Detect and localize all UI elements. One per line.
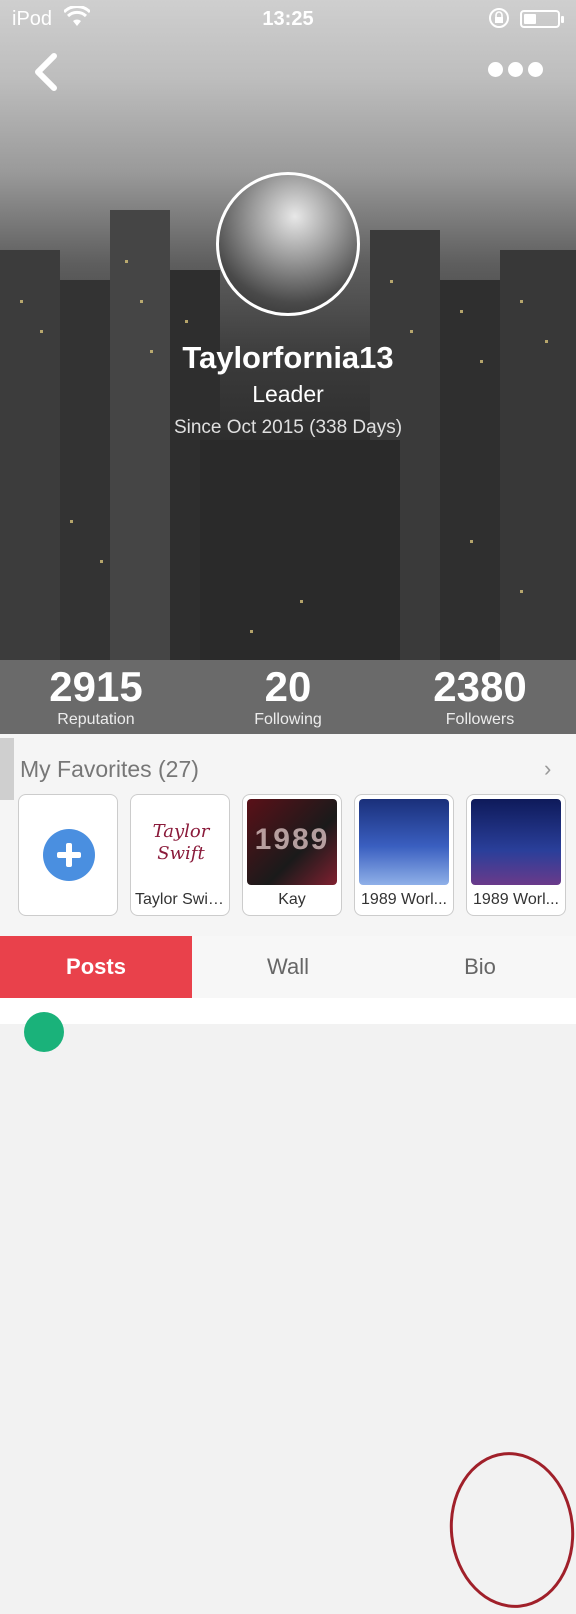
tab-wall[interactable]: Wall — [192, 936, 384, 998]
stat-reputation[interactable]: 2915 Reputation — [0, 660, 192, 728]
favorite-card[interactable]: 1989 Kay — [242, 794, 342, 916]
profile-username: Taylorfornia13 — [182, 340, 394, 375]
stat-following[interactable]: 20 Following — [192, 660, 384, 728]
tab-posts[interactable]: Posts — [0, 936, 192, 998]
post-avatar[interactable] — [24, 1012, 64, 1052]
followers-count: 2380 — [433, 663, 527, 710]
add-icon[interactable] — [43, 829, 95, 881]
favorite-thumbnail: 1989 — [247, 799, 337, 885]
favorite-card[interactable]: 1989 Worl... — [466, 794, 566, 916]
add-favorite-card[interactable] — [18, 794, 118, 916]
rotation-lock-icon — [488, 7, 510, 35]
following-label: Following — [254, 711, 322, 728]
back-button[interactable] — [26, 50, 66, 94]
following-count: 20 — [264, 663, 312, 710]
member-since: Since Oct 2015 (338 Days) — [173, 417, 403, 438]
status-bar: iPod 13:25 — [0, 0, 576, 38]
chevron-left-icon — [35, 53, 57, 91]
hand-drawn-circle-annotation — [442, 1445, 576, 1614]
thumbnail-script-text: Taylor Swift — [152, 821, 210, 864]
favorites-title[interactable]: My Favorites (27) — [20, 756, 199, 783]
thumbnail-overlay-text: 1989 — [254, 823, 330, 856]
more-options-button[interactable] — [488, 62, 550, 86]
favorite-caption: 1989 Worl... — [473, 891, 559, 908]
favorite-card[interactable]: Taylor Swift Taylor Swif... — [130, 794, 230, 916]
stats-bar: 2915 Reputation 20 Following 2380 Follow… — [0, 660, 576, 734]
profile-role: Leader — [252, 381, 324, 407]
profile-tabs: Posts Wall Bio — [0, 936, 576, 998]
battery-icon — [520, 10, 564, 28]
stat-followers[interactable]: 2380 Followers — [384, 660, 576, 728]
favorite-thumbnail: Taylor Swift — [135, 799, 225, 885]
favorites-section: My Favorites (27) › Taylor Swift Taylor … — [0, 734, 576, 1614]
city-skyline-image — [0, 210, 576, 660]
favorite-caption: 1989 Worl... — [361, 891, 447, 908]
avatar[interactable] — [216, 172, 360, 316]
profile-header-background: iPod 13:25 Taylorfornia13 Leader Since O… — [0, 0, 576, 660]
favorite-thumbnail — [359, 799, 449, 885]
favorite-caption: Taylor Swif... — [135, 891, 226, 908]
reputation-label: Reputation — [57, 711, 135, 728]
favorite-caption: Kay — [278, 891, 306, 908]
tab-bio[interactable]: Bio — [384, 936, 576, 998]
followers-label: Followers — [445, 711, 515, 728]
favorite-thumbnail — [471, 799, 561, 885]
favorite-card[interactable]: 1989 Worl... — [354, 794, 454, 916]
posts-list — [0, 998, 576, 1052]
reputation-count: 2915 — [49, 663, 143, 710]
side-drawer-handle[interactable] — [0, 738, 14, 800]
chevron-right-icon[interactable]: › — [544, 756, 551, 782]
